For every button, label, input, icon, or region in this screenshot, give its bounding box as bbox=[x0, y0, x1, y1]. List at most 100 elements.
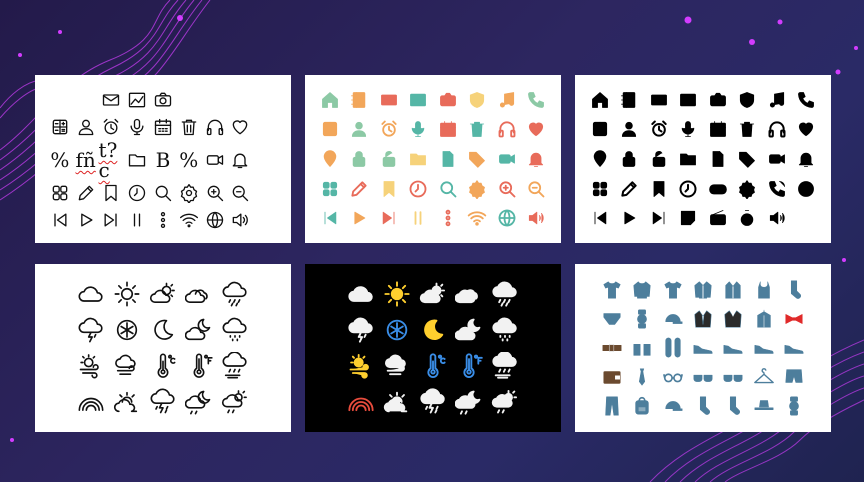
glyph-text-label: % bbox=[50, 148, 70, 172]
location-icon bbox=[320, 149, 340, 169]
calculator-icon bbox=[50, 117, 70, 137]
sunset-cloud-icon bbox=[383, 388, 411, 416]
cloudy-icon bbox=[185, 280, 213, 308]
thermometer-c-icon bbox=[419, 352, 447, 380]
coat-icon bbox=[722, 279, 744, 301]
bow-tie-icon bbox=[783, 308, 805, 330]
moon-cloud-icon bbox=[455, 316, 483, 344]
sun-icon bbox=[383, 280, 411, 308]
calendar-icon bbox=[708, 119, 728, 139]
moon-cloud-icon bbox=[185, 316, 213, 344]
alarm-icon bbox=[101, 117, 121, 137]
camera-icon bbox=[153, 90, 173, 110]
notebook-icon bbox=[349, 90, 369, 110]
glyph-text: B bbox=[156, 150, 171, 170]
folder-icon bbox=[408, 149, 428, 169]
flip-flops-icon bbox=[662, 337, 684, 359]
pencil-icon bbox=[349, 179, 369, 199]
note-icon bbox=[678, 208, 698, 228]
flat-color-icon-panel bbox=[305, 75, 561, 243]
skip-back-icon bbox=[320, 208, 340, 228]
heart-icon bbox=[796, 119, 816, 139]
grid-icon bbox=[320, 179, 340, 199]
mail-icon bbox=[649, 90, 669, 110]
pause-icon bbox=[408, 208, 428, 228]
timer-icon bbox=[737, 208, 757, 228]
sweater-icon bbox=[631, 279, 653, 301]
calendar-icon bbox=[153, 117, 173, 137]
thunder-cloud-icon bbox=[77, 316, 105, 344]
globe-icon bbox=[205, 210, 225, 230]
picture-icon bbox=[678, 90, 698, 110]
wifi-icon bbox=[179, 210, 199, 230]
mic-icon bbox=[678, 119, 698, 139]
hanger-coat-icon bbox=[753, 308, 775, 330]
partly-cloudy-icon bbox=[419, 280, 447, 308]
tag-icon bbox=[467, 149, 487, 169]
clock-icon bbox=[127, 183, 147, 203]
location-icon bbox=[590, 149, 610, 169]
storm-rain-icon bbox=[149, 388, 177, 416]
zoom-out-icon bbox=[526, 179, 546, 199]
skip-forward-icon bbox=[101, 210, 121, 230]
play-icon bbox=[76, 210, 96, 230]
sock-icon bbox=[783, 279, 805, 301]
jacket-icon bbox=[692, 279, 714, 301]
pencil-icon bbox=[619, 179, 639, 199]
bell-icon bbox=[526, 149, 546, 169]
volume-icon bbox=[767, 208, 787, 228]
sun-icon bbox=[113, 280, 141, 308]
moon-rain-icon bbox=[455, 388, 483, 416]
sun-wind-icon bbox=[77, 352, 105, 380]
cloud-wind-icon bbox=[113, 352, 141, 380]
gamepad-icon bbox=[708, 179, 728, 199]
user-icon bbox=[619, 119, 639, 139]
gear-icon bbox=[467, 179, 487, 199]
file-icon bbox=[438, 149, 458, 169]
phone-icon bbox=[526, 90, 546, 110]
radio-icon bbox=[708, 208, 728, 228]
shield-icon bbox=[467, 90, 487, 110]
notebook-icon bbox=[619, 90, 639, 110]
skip-back-icon bbox=[50, 210, 70, 230]
glyph-text: % bbox=[50, 150, 69, 170]
grid-icon bbox=[590, 179, 610, 199]
sock-icon bbox=[722, 395, 744, 417]
folder-icon bbox=[678, 149, 698, 169]
tank-top-icon bbox=[753, 279, 775, 301]
underwear-icon bbox=[601, 308, 623, 330]
sun-cloud-rain-icon bbox=[221, 388, 249, 416]
rainbow-icon bbox=[347, 388, 375, 416]
hanger-icon bbox=[753, 366, 775, 388]
camera-icon bbox=[438, 90, 458, 110]
glyph-text-label: B bbox=[155, 148, 171, 172]
skip-forward-icon bbox=[649, 208, 669, 228]
mic-icon bbox=[127, 117, 147, 137]
calculator-icon bbox=[590, 119, 610, 139]
headphones-icon bbox=[497, 119, 517, 139]
play-icon bbox=[619, 208, 639, 228]
phone-icon bbox=[796, 90, 816, 110]
heart-icon bbox=[526, 119, 546, 139]
bookmark-icon bbox=[101, 183, 121, 203]
sneaker-icon bbox=[783, 337, 805, 359]
play-icon bbox=[349, 208, 369, 228]
alarm-icon bbox=[379, 119, 399, 139]
search-icon bbox=[438, 179, 458, 199]
blazer-icon bbox=[722, 308, 744, 330]
music-icon bbox=[497, 90, 517, 110]
thermometer-c-icon bbox=[149, 352, 177, 380]
help-icon bbox=[796, 179, 816, 199]
moon-icon bbox=[149, 316, 177, 344]
thermometer-f-icon bbox=[185, 352, 213, 380]
storm-rain-icon bbox=[419, 388, 447, 416]
gear-icon bbox=[737, 179, 757, 199]
solid-black-icon-panel bbox=[575, 75, 831, 243]
thunder-cloud-icon bbox=[347, 316, 375, 344]
glyph-text: t?c bbox=[99, 140, 125, 180]
thermometer-f-icon bbox=[455, 352, 483, 380]
glasses-icon bbox=[662, 366, 684, 388]
volume-icon bbox=[230, 210, 250, 230]
tshirt-icon bbox=[601, 279, 623, 301]
skip-forward-icon bbox=[379, 208, 399, 228]
